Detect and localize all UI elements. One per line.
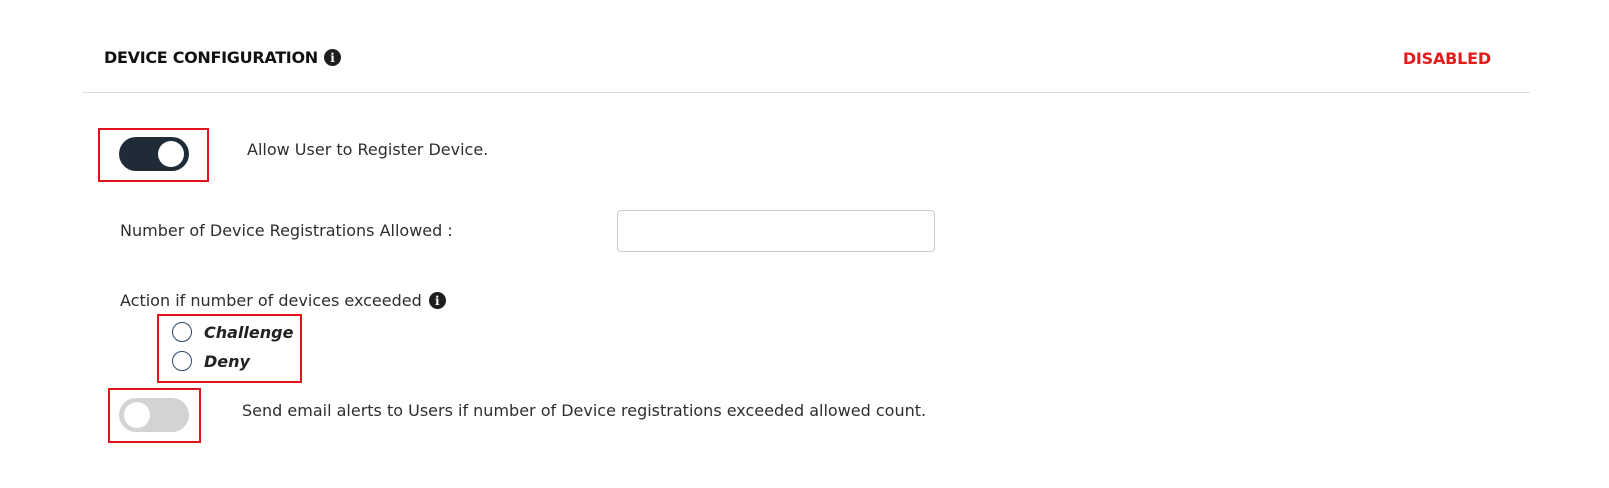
allow-register-device-toggle[interactable]	[119, 137, 189, 171]
registrations-allowed-label: Number of Device Registrations Allowed :	[120, 221, 453, 240]
toggle-knob	[158, 141, 184, 167]
exceeded-action-text: Action if number of devices exceeded	[120, 291, 422, 310]
radio-deny[interactable]: Deny	[172, 351, 250, 371]
header-divider	[82, 92, 1530, 93]
email-alerts-toggle[interactable]	[119, 398, 189, 432]
status-badge: DISABLED	[1402, 49, 1491, 68]
radio-label: Challenge	[204, 322, 294, 342]
radio-challenge[interactable]: Challenge	[172, 322, 293, 342]
section-title: DEVICE CONFIGURATION	[104, 48, 318, 67]
info-icon[interactable]: i	[323, 49, 341, 66]
info-icon[interactable]: i	[428, 292, 446, 309]
radio-button[interactable]	[172, 322, 192, 342]
allow-register-device-label: Allow User to Register Device.	[247, 140, 489, 159]
device-configuration-panel: DEVICE CONFIGURATION i DISABLED Allow Us…	[0, 0, 1609, 488]
toggle-knob	[124, 402, 150, 428]
registrations-allowed-input[interactable]	[617, 210, 935, 252]
email-alerts-label: Send email alerts to Users if number of …	[242, 401, 927, 420]
exceeded-action-label: Action if number of devices exceeded i	[120, 291, 446, 310]
section-header: DEVICE CONFIGURATION i	[104, 48, 341, 67]
radio-button[interactable]	[172, 351, 192, 371]
radio-label: Deny	[204, 351, 250, 371]
